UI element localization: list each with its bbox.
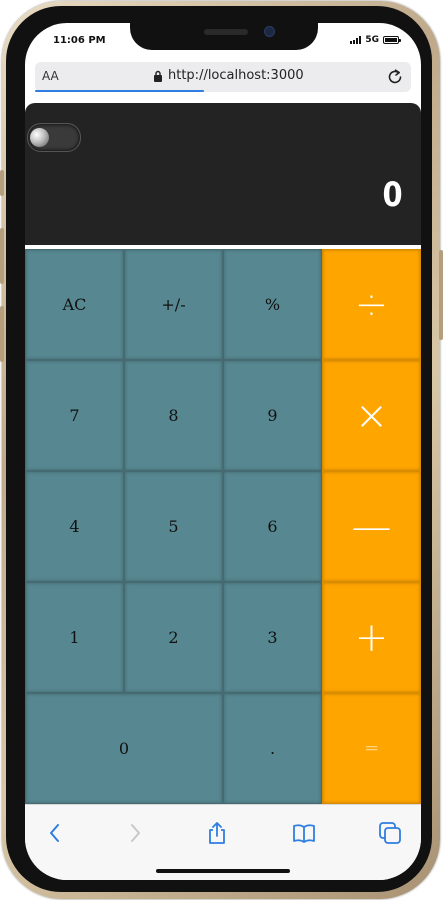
decimal-button[interactable]: . <box>223 693 322 804</box>
forward-icon[interactable] <box>123 821 147 845</box>
digit-2-button[interactable]: 2 <box>124 582 223 693</box>
url-text: http://localhost:3000 <box>168 68 304 83</box>
calculator: 0 AC +/- % ÷ 7 8 9 × 4 5 6 — 1 2 3 + 0 .… <box>25 103 421 804</box>
equals-button[interactable]: = <box>322 693 421 804</box>
front-camera <box>264 26 275 37</box>
phone-screen: 11:06 PM 5G AA http://localhost:3000 0 A… <box>25 23 421 880</box>
reload-icon[interactable] <box>385 67 405 87</box>
status-time: 11:06 PM <box>53 35 106 46</box>
digit-6-button[interactable]: 6 <box>223 471 322 582</box>
phone-side-button <box>0 170 4 196</box>
url-display[interactable]: http://localhost:3000 <box>153 68 304 83</box>
page-load-progress <box>35 90 205 92</box>
tabs-icon[interactable] <box>378 821 402 845</box>
address-bar[interactable]: AA http://localhost:3000 <box>35 62 411 92</box>
network-type: 5G <box>365 35 379 45</box>
back-icon[interactable] <box>43 821 67 845</box>
battery-icon <box>383 36 401 44</box>
phone-power-button <box>439 250 443 340</box>
digit-4-button[interactable]: 4 <box>25 471 124 582</box>
divide-button[interactable]: ÷ <box>322 249 421 360</box>
digit-7-button[interactable]: 7 <box>25 360 124 471</box>
digit-0-button[interactable]: 0 <box>25 693 223 804</box>
cellular-signal-icon <box>350 36 362 44</box>
digit-3-button[interactable]: 3 <box>223 582 322 693</box>
bookmarks-icon[interactable] <box>292 821 316 845</box>
phone-volume-up-button <box>0 228 4 284</box>
calculator-display: 0 <box>25 103 421 245</box>
phone-volume-down-button <box>0 306 4 362</box>
subtract-button[interactable]: — <box>322 471 421 582</box>
home-indicator <box>156 869 290 873</box>
display-value: 0 <box>382 175 403 215</box>
digit-5-button[interactable]: 5 <box>124 471 223 582</box>
share-icon[interactable] <box>205 821 229 845</box>
text-size-button[interactable]: AA <box>42 69 59 83</box>
add-button[interactable]: + <box>322 582 421 693</box>
notch <box>130 23 318 50</box>
digit-9-button[interactable]: 9 <box>223 360 322 471</box>
theme-toggle[interactable] <box>27 123 81 152</box>
ac-button[interactable]: AC <box>25 249 124 360</box>
speaker-grille <box>204 29 248 35</box>
digit-8-button[interactable]: 8 <box>124 360 223 471</box>
percent-button[interactable]: % <box>223 249 322 360</box>
text-size-label: AA <box>42 69 59 83</box>
theme-toggle-knob[interactable] <box>30 128 49 147</box>
digit-1-button[interactable]: 1 <box>25 582 124 693</box>
keypad: AC +/- % ÷ 7 8 9 × 4 5 6 — 1 2 3 + 0 . = <box>25 249 421 804</box>
multiply-button[interactable]: × <box>322 360 421 471</box>
sign-toggle-button[interactable]: +/- <box>124 249 223 360</box>
status-indicators: 5G <box>350 35 401 45</box>
lock-icon <box>154 70 162 82</box>
